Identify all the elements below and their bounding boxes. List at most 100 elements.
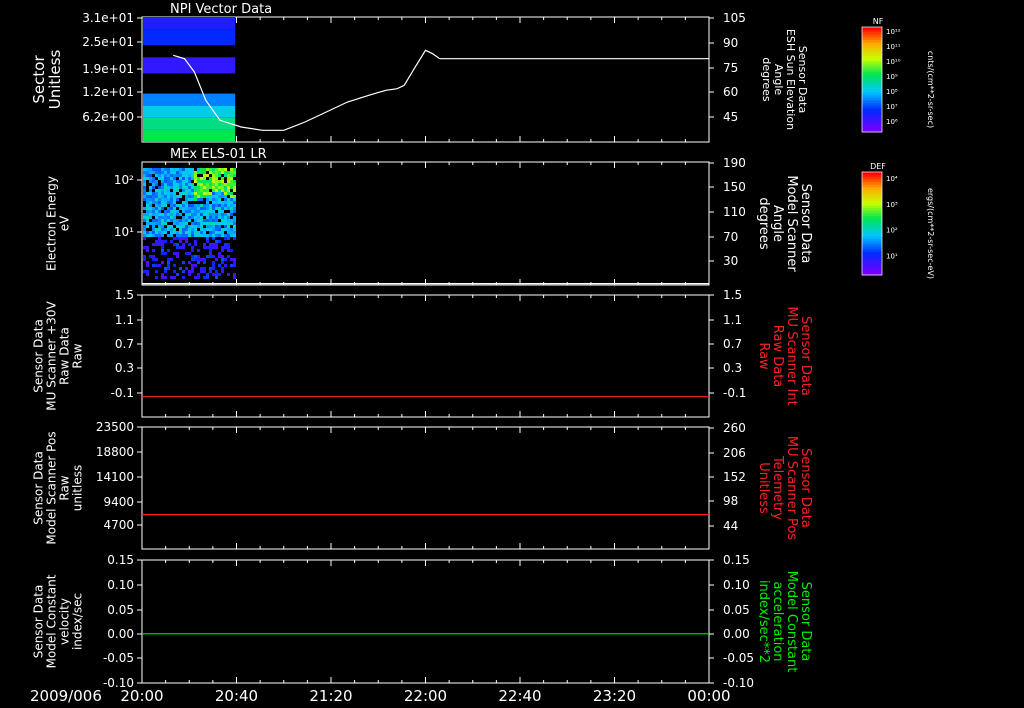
heatmap-cell — [233, 210, 236, 213]
panel-title: MEx ELS-01 LR — [170, 147, 267, 162]
heatmap-cell — [227, 216, 230, 219]
y2-tick-label: 0.00 — [723, 627, 750, 641]
heatmap-cell — [155, 174, 158, 177]
heatmap-cell — [173, 264, 176, 267]
heatmap-cell — [218, 210, 221, 213]
heatmap-cell — [143, 258, 146, 261]
heatmap-cell — [179, 180, 182, 183]
y-tick-label: 0.3 — [115, 361, 134, 375]
heatmap-cell — [158, 168, 161, 171]
heatmap-cell — [209, 198, 212, 201]
heatmap-cell — [173, 195, 176, 198]
heatmap-cell — [218, 171, 221, 174]
heatmap-cell — [164, 252, 167, 255]
heatmap-cell — [230, 207, 233, 210]
heatmap-cell — [233, 219, 236, 222]
heatmap-cell — [176, 225, 179, 228]
heatmap-cell — [227, 249, 230, 252]
heatmap-cell — [203, 171, 206, 174]
heatmap-cell — [185, 183, 188, 186]
right-axis-label-line: Sensor Data — [798, 316, 813, 396]
heatmap-cell — [212, 171, 215, 174]
heatmap-cell — [221, 267, 224, 270]
heatmap-cell — [230, 258, 233, 261]
heatmap-cell — [149, 201, 152, 204]
heatmap-cell — [173, 270, 176, 273]
heatmap-cell — [179, 186, 182, 189]
colorbar-title: DEF — [870, 162, 886, 171]
heatmap-cell — [215, 228, 218, 231]
heatmap-cell — [227, 198, 230, 201]
y2-tick-label: 0.7 — [723, 337, 742, 351]
heatmap-cell — [152, 210, 155, 213]
heatmap-cell — [185, 210, 188, 213]
heatmap-cell — [203, 189, 206, 192]
heatmap-cell — [170, 240, 173, 243]
heatmap-cell — [218, 234, 221, 237]
heatmap-cell — [179, 228, 182, 231]
heatmap-cell — [143, 213, 146, 216]
y2-tick-label: 206 — [723, 446, 746, 460]
heatmap-cell — [167, 180, 170, 183]
heatmap-cell — [230, 180, 233, 183]
heatmap-cell — [170, 186, 173, 189]
right-axis-label-line: degrees — [756, 197, 771, 250]
heatmap-cell — [200, 231, 203, 234]
heatmap-cell — [233, 198, 236, 201]
heatmap-cell — [146, 219, 149, 222]
heatmap-cell — [164, 222, 167, 225]
heatmap-cell — [212, 180, 215, 183]
heatmap-cell — [143, 168, 146, 171]
heatmap-cell — [155, 201, 158, 204]
heatmap-cell — [194, 264, 197, 267]
heatmap-cell — [182, 261, 185, 264]
heatmap-cell — [194, 180, 197, 183]
heatmap-cell — [143, 234, 146, 237]
heatmap-cell — [167, 183, 170, 186]
heatmap-cell — [218, 180, 221, 183]
heatmap-cell — [203, 219, 206, 222]
colorbar-tick-label: 10⁹ — [886, 73, 898, 81]
heatmap-cell — [230, 231, 233, 234]
heatmap-cell — [224, 174, 227, 177]
heatmap-cell — [182, 207, 185, 210]
heatmap-cell — [206, 186, 209, 189]
heatmap-cell — [167, 249, 170, 252]
heatmap-cell — [155, 231, 158, 234]
heatmap-cell — [146, 204, 149, 207]
heatmap-cell — [146, 225, 149, 228]
heatmap-cell — [194, 198, 197, 201]
heatmap-cell — [155, 240, 158, 243]
heatmap-cell — [200, 216, 203, 219]
y-tick-label: 1.2e+01 — [82, 85, 134, 99]
heatmap-cell — [215, 174, 218, 177]
y-tick-label: 1.9e+01 — [82, 62, 134, 76]
heatmap-cell — [191, 225, 194, 228]
heatmap-cell — [167, 198, 170, 201]
heatmap-cell — [161, 240, 164, 243]
heatmap-cell — [197, 210, 200, 213]
heatmap-cell — [221, 270, 224, 273]
heatmap-cell — [224, 186, 227, 189]
heatmap-cell — [212, 273, 215, 276]
heatmap-cell — [179, 207, 182, 210]
heatmap-cell — [161, 243, 164, 246]
heatmap-cell — [221, 171, 224, 174]
y2-tick-label: 260 — [723, 421, 746, 435]
heatmap-cell — [206, 276, 209, 279]
heatmap-cell — [200, 189, 203, 192]
heatmap-cell — [170, 258, 173, 261]
heatmap-cell — [221, 222, 224, 225]
heatmap-cell — [212, 267, 215, 270]
heatmap-cell — [215, 234, 218, 237]
heatmap-cell — [143, 29, 236, 46]
heatmap-cell — [200, 177, 203, 180]
y2-tick-label: 110 — [723, 205, 746, 219]
y2-tick-label: 0.15 — [723, 553, 750, 567]
heatmap-cell — [146, 213, 149, 216]
heatmap-cell — [164, 231, 167, 234]
heatmap-cell — [161, 195, 164, 198]
heatmap-cell — [218, 240, 221, 243]
heatmap-cell — [194, 225, 197, 228]
heatmap-cell — [143, 186, 146, 189]
